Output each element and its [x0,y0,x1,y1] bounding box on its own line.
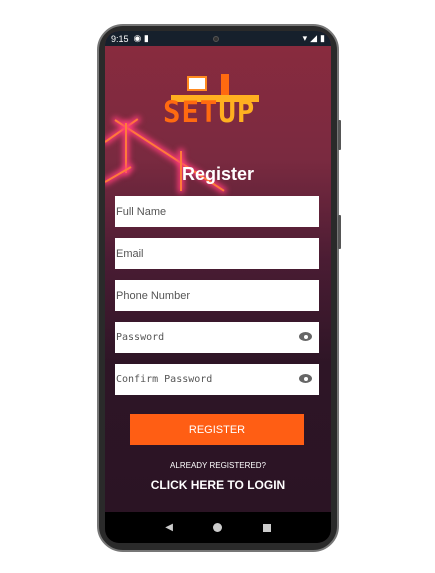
phone-input[interactable]: Phone Number [115,280,319,311]
logo-text-a: SET [163,95,219,129]
power-button [338,215,341,249]
setup-logo: SETUP [163,69,273,129]
screen: 9:15 ◉ ▮ ▾ ◢ ▮ SETUP Register Full Name Em… [105,31,331,543]
placeholder: Email [116,247,144,260]
wifi-icon: ▾ [302,33,308,43]
home-icon[interactable] [213,523,223,532]
placeholder: Password [116,332,165,343]
placeholder: Confirm Password [116,374,213,385]
placeholder: Full Name [116,205,167,218]
register-button[interactable]: REGISTER [130,414,304,445]
camera-icon [213,36,219,42]
password-input[interactable]: Password [115,322,319,353]
back-icon[interactable]: ◀ [165,522,173,533]
monitor-icon [187,76,207,91]
email-input[interactable]: Email [115,238,319,269]
confirm-password-input[interactable]: Confirm Password [115,364,319,395]
eye-icon[interactable] [299,332,312,341]
battery-icon: ▮ [320,33,325,43]
eye-icon[interactable] [299,374,312,383]
recents-icon[interactable] [262,523,271,532]
full-name-input[interactable]: Full Name [115,196,319,227]
nav-bar: ◀ [105,512,331,543]
notification-icon: ◉ ▮ [133,33,149,43]
page-title: Register [181,164,255,184]
already-registered-text: ALREADY REGISTERED? [170,461,266,470]
login-link[interactable]: CLICK HERE TO LOGIN [105,478,331,492]
pc-tower-icon [221,74,229,96]
placeholder: Phone Number [116,289,190,302]
volume-button [338,120,341,150]
status-time: 9:15 [111,33,129,44]
signal-icon: ◢ [310,33,318,43]
logo-text-b: UP [218,95,256,129]
